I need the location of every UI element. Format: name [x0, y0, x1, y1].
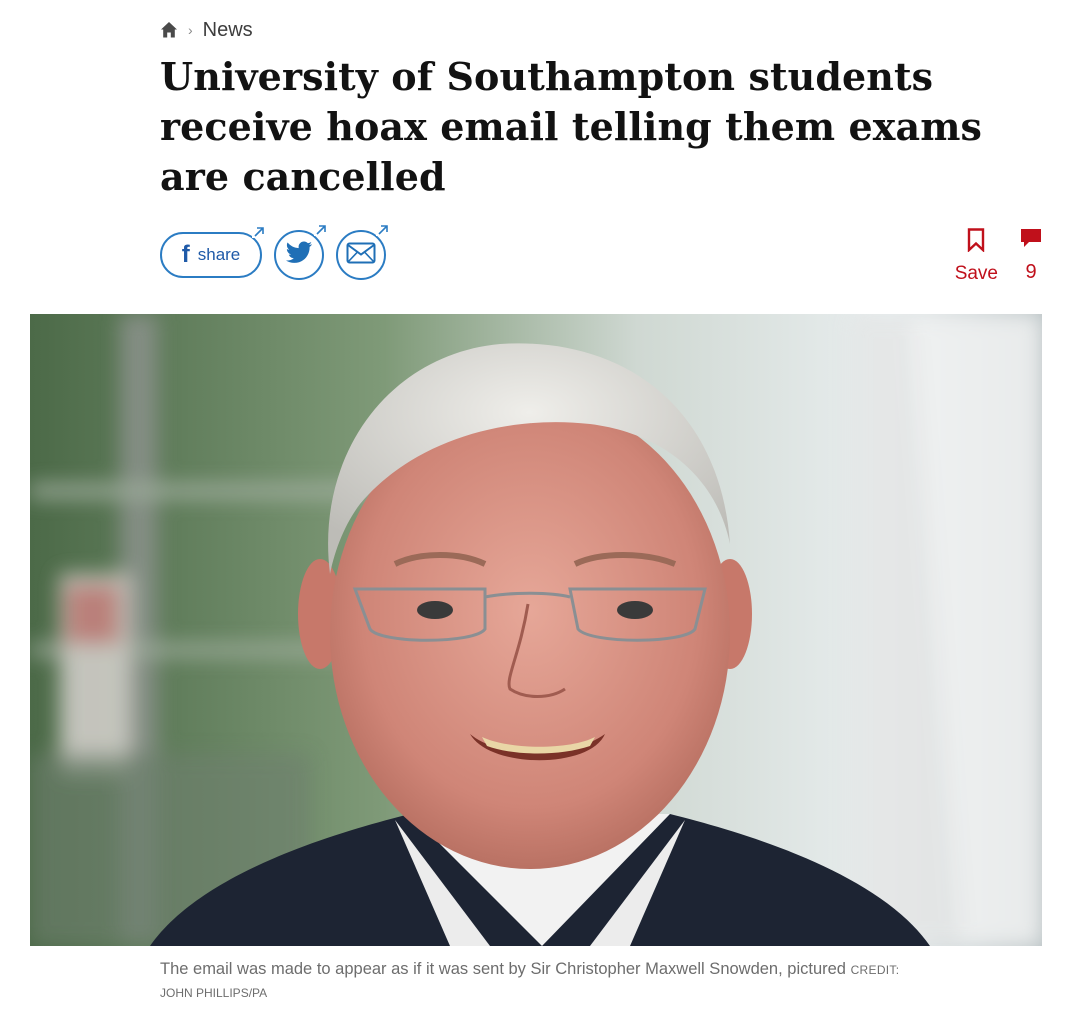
breadcrumb: › News: [160, 16, 253, 44]
external-arrow-icon: [314, 224, 328, 236]
email-share-button[interactable]: [336, 224, 390, 280]
home-icon[interactable]: [160, 21, 178, 39]
facebook-share-label: share: [197, 245, 241, 264]
email-icon: [346, 242, 376, 269]
portrait-photo: [30, 314, 1042, 946]
save-button[interactable]: Save: [955, 228, 998, 285]
comments-button[interactable]: 9: [1020, 228, 1042, 284]
page-title: University of Southampton students recei…: [160, 54, 983, 199]
comment-count: 9: [1025, 261, 1037, 283]
external-arrow-icon: [376, 224, 390, 236]
share-bar: f share: [160, 224, 390, 280]
breadcrumb-separator: ›: [188, 22, 193, 38]
comment-icon: [1020, 228, 1042, 255]
article-actions: Save 9: [955, 228, 1042, 285]
external-arrow-icon: [252, 226, 266, 238]
facebook-icon: f: [181, 241, 190, 268]
bookmark-icon: [967, 228, 985, 257]
caption-text: The email was made to appear as if it wa…: [160, 960, 846, 978]
save-label: Save: [954, 263, 998, 284]
breadcrumb-news-link[interactable]: News: [203, 19, 253, 42]
credit-name: JOHN PHILLIPS/PA: [160, 986, 268, 1000]
twitter-share-button[interactable]: [274, 224, 328, 280]
credit-label: CREDIT:: [850, 963, 900, 977]
facebook-share-button[interactable]: f share: [160, 226, 266, 278]
hero-image: [30, 314, 1042, 946]
twitter-icon: [285, 241, 313, 270]
image-caption: The email was made to appear as if it wa…: [160, 958, 1040, 1004]
